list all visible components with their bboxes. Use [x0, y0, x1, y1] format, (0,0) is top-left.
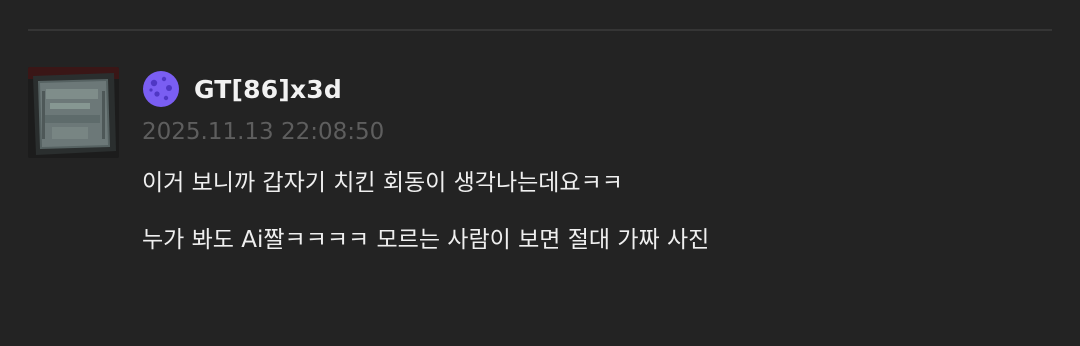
username[interactable]: GT[86]x3d: [194, 75, 342, 104]
avatar[interactable]: [28, 67, 119, 158]
comment-line: 이거 보니까 갑자기 치킨 회동이 생각나는데요ㅋㅋ: [142, 170, 623, 196]
comment-body: 이거 보니까 갑자기 치킨 회동이 생각나는데요ㅋㅋ 누가 봐도 Ai짤ㅋㅋㅋㅋ…: [142, 168, 709, 282]
comment-item: GT[86]x3d 2025.11.13 22:08:50 이거 보니까 갑자기…: [28, 67, 1052, 317]
comment-line: 누가 봐도 Ai짤ㅋㅋㅋㅋ 모르는 사람이 보면 절대 가짜 사진: [142, 227, 710, 253]
comment-header: GT[86]x3d: [142, 69, 342, 109]
cpu-chip-avatar-icon: [28, 67, 119, 158]
comment-timestamp: 2025.11.13 22:08:50: [142, 119, 385, 145]
purple-planet-level-icon: [142, 70, 180, 108]
top-divider: [28, 29, 1052, 31]
